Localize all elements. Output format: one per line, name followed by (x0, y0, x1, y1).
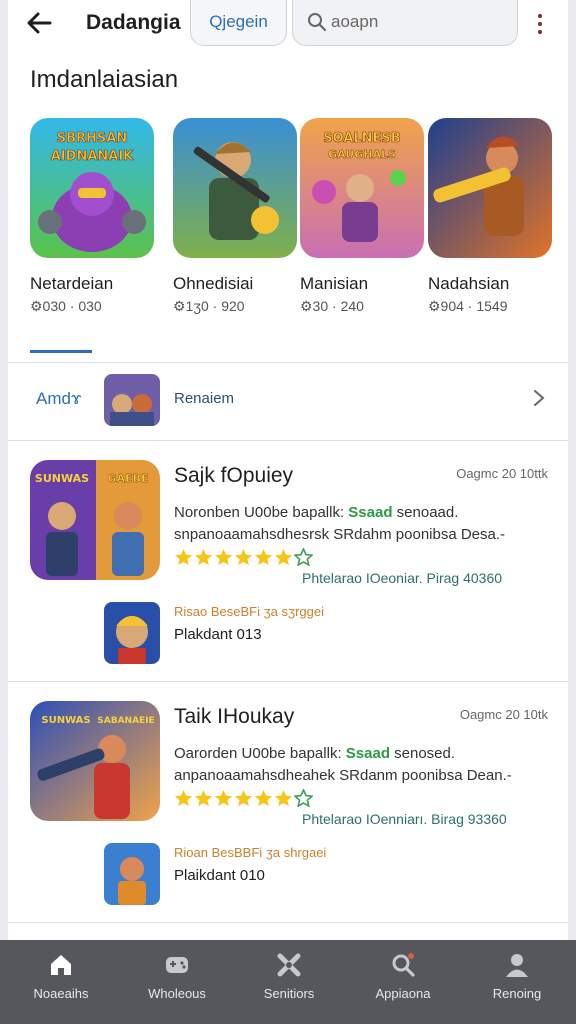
divider (8, 362, 568, 363)
card-name: Netardeian (30, 274, 114, 293)
sub-text: Plakdant 013 (174, 626, 262, 643)
gamepad-icon (166, 957, 188, 973)
star-outline-icon (294, 548, 313, 566)
nav-label: Wholeous (148, 986, 206, 1001)
search-icon (308, 13, 327, 32)
divider (8, 681, 568, 682)
app-title: Dadangia (86, 11, 181, 34)
star-outline-icon (294, 789, 313, 807)
list-item[interactable]: SUNWAS GAEBE Sajk fOpuiey Oagmc 20 10ttk… (8, 442, 568, 672)
game-thumbnail[interactable] (428, 118, 552, 258)
back-arrow-icon[interactable] (24, 8, 56, 38)
carousel-card[interactable]: SBRHSAN AIDNANAIK Netardeian ⚙030 · 030 (30, 118, 154, 314)
svg-text:SBRHSAN: SBRHSAN (57, 131, 127, 146)
search-icon (392, 953, 415, 977)
card-meta: ⚙030 · 030 (30, 298, 102, 314)
strip-label[interactable]: Amdɤ (36, 389, 81, 409)
card-meta: ⚙1ʒ0 · 920 (173, 298, 245, 314)
star-filled-icon (235, 790, 252, 806)
svg-text:SABANAEIE: SABANAEIE (97, 716, 154, 726)
sub-thumbnail[interactable] (104, 602, 160, 664)
carousel-card[interactable]: Ohnedisiai ⚙1ʒ0 · 920 (173, 118, 297, 314)
nav-item-tools[interactable]: Senitiors (234, 940, 344, 1024)
star-filled-icon (275, 790, 292, 806)
section-title: Imdanlaiasian (30, 66, 179, 93)
page-sheet: Dadangia Qjegein Imdanlaiasian SBRHSAN A… (8, 0, 568, 940)
profile-icon (506, 954, 528, 977)
tools-icon (277, 953, 301, 977)
divider (8, 440, 568, 441)
bottom-navigation: Noaeaihs Wholeous Senitiors Appiaona Ren… (0, 940, 576, 1024)
chevron-right-icon[interactable] (532, 388, 546, 408)
card-meta: ⚙30 · 240 (300, 298, 364, 314)
card-name: Ohnedisiai (173, 274, 254, 293)
strip-text[interactable]: Renaiem (174, 390, 234, 407)
star-filled-icon (235, 549, 252, 565)
nav-item-home[interactable]: Noaeaihs (6, 940, 116, 1024)
star-filled-icon (195, 549, 212, 565)
nav-item-games[interactable]: Wholeous (122, 940, 232, 1024)
sub-text: Plaikdant 010 (174, 867, 265, 884)
item-title[interactable]: Taik IHoukay (174, 705, 294, 729)
svg-text:GAEBE: GAEBE (108, 472, 149, 485)
star-rating (174, 789, 314, 809)
carousel-card[interactable]: Nadahsian ⚙904 · 1549 (428, 118, 552, 314)
star-filled-icon (255, 549, 272, 565)
card-meta: ⚙904 · 1549 (428, 298, 508, 314)
star-filled-icon (195, 790, 212, 806)
strip-thumbnail[interactable] (104, 374, 160, 426)
svg-text:SOALNESB: SOALNESB (323, 131, 400, 146)
sub-thumbnail[interactable] (104, 843, 160, 905)
home-icon (51, 955, 71, 975)
item-description: Oarorden U00be bapallk: Ssaad senosed. a… (174, 745, 512, 784)
star-rating (174, 548, 314, 568)
carousel-card[interactable]: SOALNESB GAUGHALS Manisian ⚙30 · 240 (300, 118, 424, 314)
list-item[interactable]: SUNWAS SABANAEIE Taik IHoukay Oagmc 20 1… (8, 683, 568, 913)
item-tag: Phtelarao IOenniarı. Birag 93360 (302, 811, 507, 827)
item-date: Oagmc 20 10ttk (456, 466, 548, 481)
tab-pill[interactable]: Qjegein (190, 0, 287, 46)
star-filled-icon (175, 549, 192, 565)
item-tag: Phtelarao IOeoniar. Pirag 40360 (302, 570, 503, 586)
item-artwork[interactable]: SUNWAS GAEBE (30, 460, 160, 580)
item-description: Noronben U00be bapallk: Ssaad senoaad. s… (174, 504, 506, 543)
nav-item-search[interactable]: Appiaona (348, 940, 458, 1024)
item-date: Oagmc 20 10tk (459, 707, 548, 722)
star-filled-icon (175, 790, 192, 806)
sub-tag: Risao BeseBFi ʒa sʒrggei (174, 604, 325, 619)
nav-label: Senitiors (263, 986, 315, 1001)
svg-text:SUNWAS: SUNWAS (35, 472, 89, 485)
card-name: Nadahsian (428, 274, 510, 293)
svg-text:SUNWAS: SUNWAS (41, 715, 90, 726)
star-filled-icon (215, 549, 232, 565)
top-bar: Dadangia Qjegein (8, 0, 568, 48)
item-title[interactable]: Sajk fOpuiey (174, 464, 293, 488)
item-artwork[interactable]: SUNWAS SABANAEIE (30, 701, 160, 821)
svg-text:AIDNANAIK: AIDNANAIK (51, 149, 134, 164)
carousel-indicator (30, 350, 92, 353)
star-filled-icon (215, 790, 232, 806)
game-thumbnail[interactable]: SBRHSAN AIDNANAIK (30, 118, 154, 258)
game-thumbnail[interactable]: SOALNESB GAUGHALS (300, 118, 424, 258)
more-options-icon[interactable] (532, 12, 548, 36)
nav-label: Renoing (492, 986, 542, 1001)
nav-label: Noaeaihs (33, 986, 89, 1001)
search-input[interactable] (331, 10, 501, 34)
star-filled-icon (255, 790, 272, 806)
nav-label: Appiaona (375, 986, 431, 1001)
search-box[interactable] (292, 0, 518, 46)
sub-tag: Rioan BesBBFi ʒa shrgaei (174, 845, 327, 860)
svg-text:GAUGHALS: GAUGHALS (328, 148, 396, 161)
card-name: Manisian (300, 274, 369, 293)
divider (8, 922, 568, 923)
nav-item-profile[interactable]: Renoing (462, 940, 572, 1024)
game-thumbnail[interactable] (173, 118, 297, 258)
star-filled-icon (275, 549, 292, 565)
